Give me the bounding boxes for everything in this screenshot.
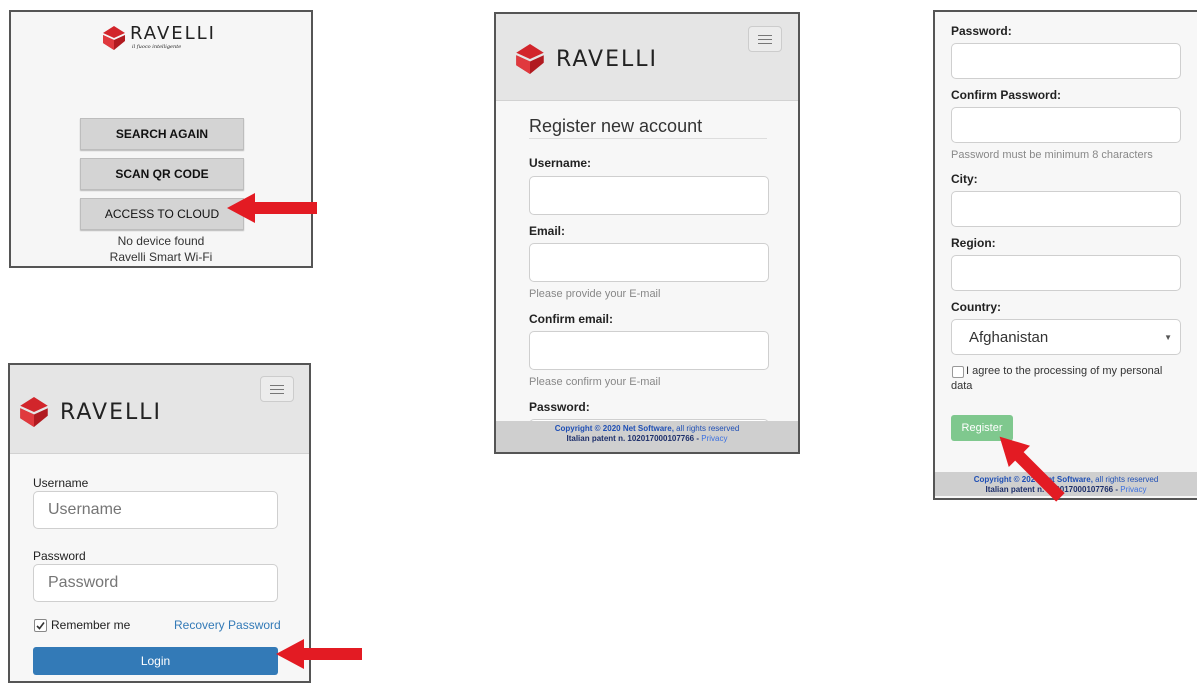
login-panel: RAVELLI Username Password Remember me Re… bbox=[8, 363, 311, 683]
confirm-email-label: Confirm email: bbox=[529, 312, 614, 326]
password-help-text: Password must be minimum 8 characters bbox=[951, 149, 1153, 161]
password-label: Password: bbox=[529, 400, 590, 414]
ravelli-logo: RAVELLI bbox=[514, 44, 658, 74]
red-arrow-icon bbox=[276, 639, 362, 669]
scan-qr-code-button[interactable]: SCAN QR CODE bbox=[80, 158, 244, 190]
register-title: Register new account bbox=[529, 116, 703, 136]
title-divider bbox=[529, 138, 767, 139]
search-again-button[interactable]: SEARCH AGAIN bbox=[80, 118, 244, 150]
dropdown-caret-icon: ▼ bbox=[1164, 333, 1172, 342]
register-footer: Copyright © 2020 Net Software, all right… bbox=[496, 421, 798, 452]
device-search-panel: RAVELLI il fuoco intelligente SEARCH AGA… bbox=[9, 10, 313, 268]
ravelli-logo: RAVELLI bbox=[18, 397, 162, 427]
hamburger-menu-icon[interactable] bbox=[748, 26, 782, 52]
red-arrow-icon bbox=[227, 193, 317, 223]
remember-me-checkbox[interactable] bbox=[34, 619, 47, 632]
confirm-password-label: Confirm Password: bbox=[951, 88, 1062, 102]
username-input[interactable] bbox=[33, 491, 278, 529]
register-header: RAVELLI bbox=[496, 14, 798, 101]
rights-text: all rights reserved bbox=[673, 424, 740, 433]
device-name-status: Ravelli Smart Wi-Fi bbox=[109, 250, 213, 264]
privacy-link[interactable]: Privacy bbox=[699, 434, 727, 443]
recovery-password-link[interactable]: Recovery Password bbox=[174, 618, 281, 632]
agree-label: I agree to the processing of my personal… bbox=[951, 364, 1191, 394]
ravelli-logo-icon bbox=[516, 44, 544, 74]
country-label: Country: bbox=[951, 300, 1001, 314]
no-device-status: No device found bbox=[117, 234, 205, 248]
copyright-text: Copyright © 2020 Net Software, bbox=[554, 424, 674, 433]
ravelli-logo-icon bbox=[20, 397, 48, 427]
ravelli-wordmark: RAVELLI bbox=[60, 399, 162, 425]
login-button[interactable]: Login bbox=[33, 647, 278, 675]
region-label: Region: bbox=[951, 236, 996, 250]
confirm-email-input[interactable] bbox=[529, 331, 769, 370]
checkbox-icon bbox=[36, 622, 45, 630]
confirm-password-input[interactable] bbox=[951, 107, 1181, 143]
password-label: Password bbox=[33, 549, 86, 563]
agree-label-line1: I agree to the processing of my personal bbox=[966, 365, 1163, 377]
password-input[interactable] bbox=[33, 564, 278, 602]
privacy-link[interactable]: Privacy bbox=[1118, 485, 1146, 494]
city-label: City: bbox=[951, 172, 978, 186]
patent-text: Italian patent n. 102017000107766 - bbox=[566, 434, 700, 443]
email-label: Email: bbox=[529, 224, 566, 238]
confirm-email-help-text: Please confirm your E-mail bbox=[529, 376, 661, 388]
ravelli-logo-icon bbox=[103, 25, 125, 50]
password-input[interactable] bbox=[951, 43, 1181, 79]
hamburger-menu-icon[interactable] bbox=[260, 376, 294, 402]
city-input[interactable] bbox=[951, 191, 1181, 227]
ravelli-tagline: il fuoco intelligente bbox=[132, 44, 182, 50]
agree-label-line2: data bbox=[951, 380, 973, 392]
access-to-cloud-button[interactable]: ACCESS TO CLOUD bbox=[80, 198, 244, 230]
ravelli-wordmark: RAVELLI bbox=[130, 23, 216, 44]
login-header: RAVELLI bbox=[10, 365, 309, 454]
country-selected-value: Afghanistan bbox=[969, 329, 1049, 346]
remember-me-label: Remember me bbox=[51, 618, 131, 632]
username-label: Username: bbox=[529, 156, 592, 170]
ravelli-wordmark: RAVELLI bbox=[556, 46, 658, 72]
register-panel: RAVELLI Register new account Username: E… bbox=[494, 12, 800, 454]
username-input[interactable] bbox=[529, 176, 769, 215]
red-arrow-icon bbox=[999, 436, 1065, 502]
email-input[interactable] bbox=[529, 243, 769, 282]
username-label: Username bbox=[33, 476, 89, 490]
email-help-text: Please provide your E-mail bbox=[529, 288, 661, 300]
ravelli-logo: RAVELLI il fuoco intelligente bbox=[103, 25, 216, 50]
rights-text: all rights reserved bbox=[1092, 475, 1159, 484]
country-select[interactable]: Afghanistan ▼ bbox=[951, 319, 1181, 355]
password-label: Password: bbox=[951, 24, 1012, 38]
region-input[interactable] bbox=[951, 255, 1181, 291]
